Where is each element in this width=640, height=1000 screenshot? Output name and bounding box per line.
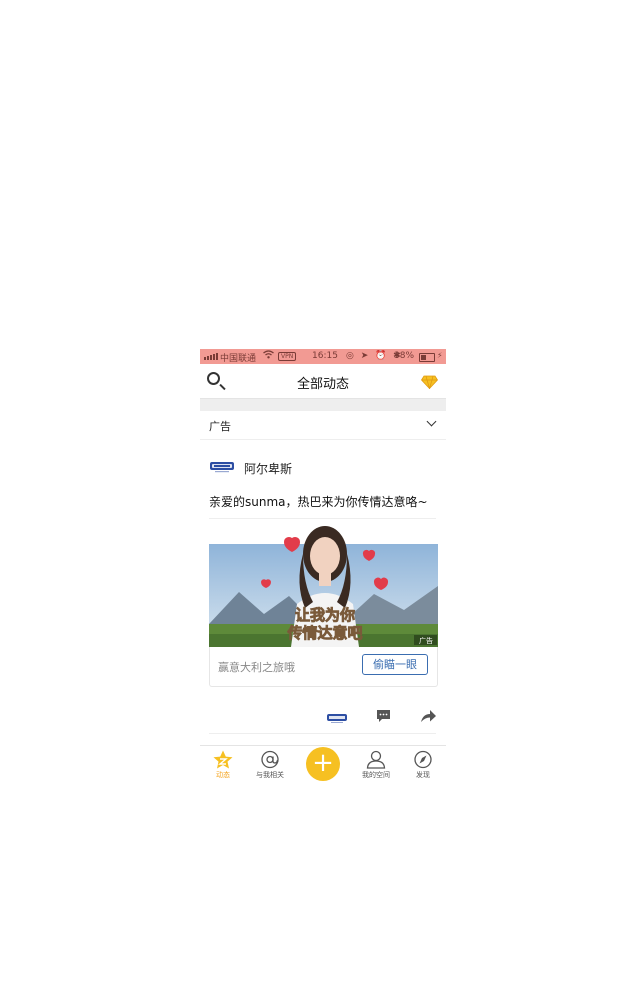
tab-my-space[interactable]: 我的空间 — [356, 750, 396, 780]
tab-label-feed: 动态 — [216, 771, 230, 779]
charging-icon: ⚡ — [437, 351, 443, 360]
diamond-vip-icon[interactable] — [420, 374, 439, 393]
page-title: 全部动态 — [296, 377, 349, 392]
tab-feed[interactable]: 动态 — [203, 750, 243, 780]
ad-footer-text: 赢意大利之旅哦 — [218, 661, 295, 674]
wifi-icon — [263, 350, 274, 362]
post-text: 亲爱的sunma，热巴来为你传情达意咯~ — [209, 495, 428, 509]
comment-icon[interactable] — [376, 708, 391, 727]
tab-label-my-space: 我的空间 — [362, 771, 390, 779]
chevron-down-icon[interactable] — [426, 416, 437, 427]
status-bar: 中国联通 VPN 16:15 ◎ ➤ ⏰ ✱ 38% ⚡ — [200, 349, 446, 364]
add-post-button[interactable]: + — [306, 747, 340, 781]
divider — [209, 733, 436, 734]
ad-label: 广告 — [209, 420, 231, 433]
vpn-badge: VPN — [278, 352, 297, 361]
ad-caption-line1: 让我为你 — [295, 606, 355, 624]
battery-icon — [419, 353, 435, 362]
star-home-icon — [213, 750, 233, 769]
tab-label-discover: 发现 — [416, 771, 430, 779]
tab-bar: 动态 与我相关 + 我的空间 发现 — [200, 745, 446, 784]
person-icon — [366, 750, 386, 769]
battery-percent: 38% — [394, 351, 415, 361]
ad-caption-line2: 传情达意吧 — [286, 624, 362, 642]
share-icon[interactable] — [420, 708, 437, 727]
tab-discover[interactable]: 发现 — [403, 750, 443, 780]
plus-icon: + — [312, 748, 334, 778]
phone-screen: 中国联通 VPN 16:15 ◎ ➤ ⏰ ✱ 38% ⚡ 全部动态 广告 阿尔卑… — [200, 349, 446, 784]
ad-card-footer: 赢意大利之旅哦 偷瞄一眼 — [209, 647, 438, 685]
brand-logo-icon — [209, 459, 235, 475]
signal-icon — [204, 353, 218, 360]
top-nav: 全部动态 — [200, 364, 446, 399]
tab-mentions[interactable]: 与我相关 — [250, 750, 290, 780]
ad-header: 广告 — [200, 411, 446, 440]
divider — [209, 518, 436, 519]
at-icon — [261, 750, 279, 769]
post-actions — [200, 704, 446, 728]
tab-label-mentions: 与我相关 — [256, 771, 284, 779]
ad-image[interactable]: 让我为你 传情达意吧 广告 — [209, 526, 438, 647]
peek-button[interactable]: 偷瞄一眼 — [362, 654, 428, 675]
brand-like-icon[interactable] — [327, 709, 347, 723]
carrier-label: 中国联通 — [220, 354, 257, 364]
ad-badge: 广告 — [419, 636, 433, 645]
section-gap — [200, 399, 446, 411]
compass-icon — [414, 750, 432, 769]
clock: 16:15 — [312, 351, 338, 361]
author-name: 阿尔卑斯 — [244, 462, 293, 476]
